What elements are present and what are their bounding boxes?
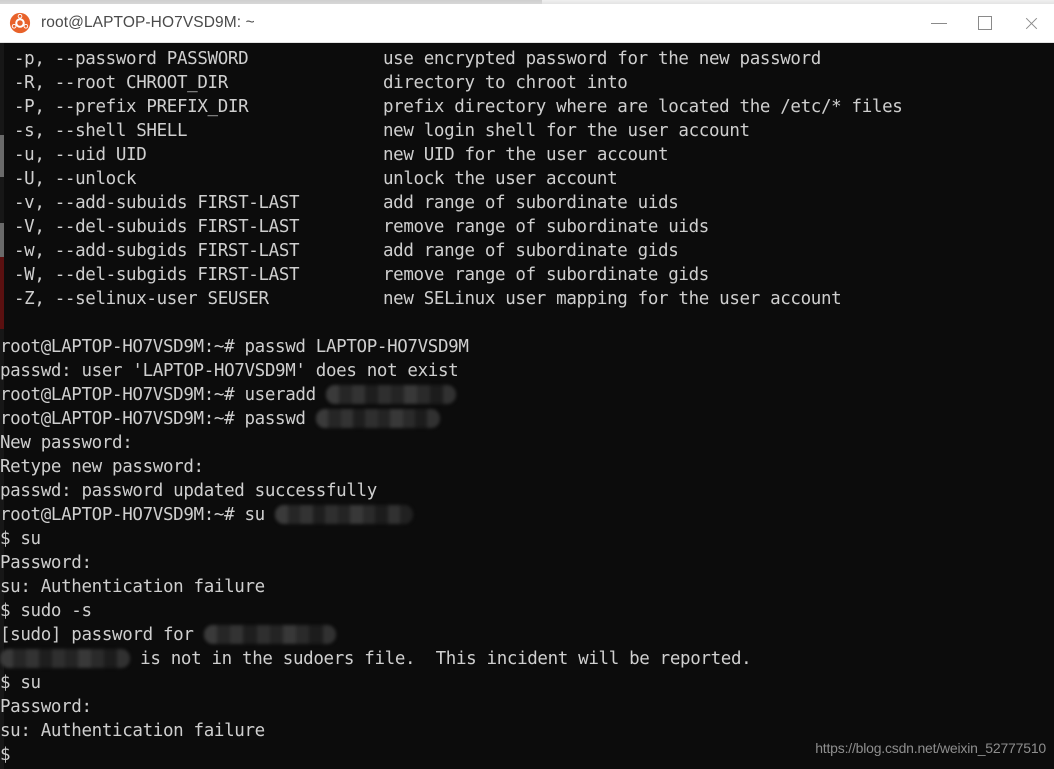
help-option-flag: -V, --del-subuids FIRST-LAST [14,217,300,237]
help-option-row: -Z, --selinux-user SEUSER new SELinux use… [0,287,1054,311]
terminal-output: -p, --password PASSWORD use encrypted pas… [0,43,1054,767]
help-option-description: unlock the user account [383,169,618,189]
terminal-screen[interactable]: -p, --password PASSWORD use encrypted pas… [0,43,1054,769]
terminal-line: Password: [0,551,1054,575]
terminal-line-text: su: Authentication failure [0,721,265,741]
terminal-line: Retype new password: [0,455,1054,479]
terminal-window: root@LAPTOP-HO7VSD9M: ~ -p, --password P… [0,0,1054,769]
help-option-flag: -U, --unlock [14,169,137,189]
help-option-row: -s, --shell SHELL new login shell for the… [0,119,1054,143]
help-option-description: add range of subordinate uids [383,193,679,213]
help-option-description: new UID for the user account [383,145,669,165]
redacted-username [203,624,336,644]
help-option-row: -v, --add-subuids FIRST-LAST add range of… [0,191,1054,215]
terminal-line: $ su [0,671,1054,695]
terminal-line-text: $ su [0,673,41,693]
redacted-username [275,504,414,524]
help-option-row: -w, --add-subgids FIRST-LAST add range of… [0,239,1054,263]
redacted-username [315,408,440,428]
terminal-line-text: root@LAPTOP-HO7VSD9M:~# passwd LAPTOP-HO… [0,337,469,357]
help-option-flag: -Z, --selinux-user SEUSER [14,289,269,309]
terminal-line: root@LAPTOP-HO7VSD9M:~# passwd LAPTOP-HO… [0,335,1054,359]
terminal-line: su: Authentication failure [0,575,1054,599]
terminal-line-text: Password: [0,553,92,573]
help-option-flag: -R, --root CHROOT_DIR [14,73,228,93]
maximize-icon [978,16,992,30]
terminal-line-text: su: Authentication failure [0,577,265,597]
redacted-username [325,384,456,404]
terminal-line: root@LAPTOP-HO7VSD9M:~# useradd [0,383,1054,407]
window-title: root@LAPTOP-HO7VSD9M: ~ [41,14,255,31]
terminal-line-text: passwd: user 'LAPTOP-HO7VSD9M' does not … [0,361,459,381]
terminal-line: is not in the sudoers file. This inciden… [0,647,1054,671]
help-option-flag: -w, --add-subgids FIRST-LAST [14,241,300,261]
terminal-line-text: Retype new password: [0,457,204,477]
terminal-line-text: New password: [0,433,133,453]
help-option-flag: -v, --add-subuids FIRST-LAST [14,193,300,213]
terminal-line: $ su [0,527,1054,551]
help-option-row: -V, --del-subuids FIRST-LAST remove range… [0,215,1054,239]
help-option-row: -P, --prefix PREFIX_DIR prefix directory … [0,95,1054,119]
help-option-description: new SELinux user mapping for the user ac… [383,289,842,309]
terminal-line-text: [sudo] password for [0,625,204,645]
terminal-line-text: passwd: password updated successfully [0,481,377,501]
help-option-row: -R, --root CHROOT_DIR directory to chroot… [0,71,1054,95]
terminal-line-text: $ sudo -s [0,601,92,621]
help-option-flag: -p, --password PASSWORD [14,49,249,69]
help-option-row: -W, --del-subgids FIRST-LAST remove range… [0,263,1054,287]
title-bar[interactable]: root@LAPTOP-HO7VSD9M: ~ [0,4,1054,43]
help-option-description: new login shell for the user account [383,121,750,141]
terminal-line-text: root@LAPTOP-HO7VSD9M:~# su [0,505,276,525]
terminal-line-suffix: is not in the sudoers file. This inciden… [130,649,752,669]
terminal-line: root@LAPTOP-HO7VSD9M:~# su [0,503,1054,527]
terminal-line-text: $ [0,745,11,765]
help-option-description: prefix directory where are located the /… [383,97,903,117]
help-option-description: directory to chroot into [383,73,628,93]
close-button[interactable] [1008,4,1054,42]
terminal-line: root@LAPTOP-HO7VSD9M:~# passwd [0,407,1054,431]
window-controls [916,4,1054,42]
minimize-button[interactable] [916,4,962,42]
help-option-flag: -W, --del-subgids FIRST-LAST [14,265,300,285]
help-option-flag: -s, --shell SHELL [14,121,188,141]
terminal-line: New password: [0,431,1054,455]
terminal-line-text: Password: [0,697,92,717]
help-option-flag: -P, --prefix PREFIX_DIR [14,97,249,117]
help-option-description: add range of subordinate gids [383,241,679,261]
help-option-row: -U, --unlock unlock the user account [0,167,1054,191]
terminal-line: Password: [0,695,1054,719]
ubuntu-logo-icon [9,12,31,34]
title-bar-left: root@LAPTOP-HO7VSD9M: ~ [0,12,916,34]
help-option-description: remove range of subordinate gids [383,265,709,285]
terminal-line: $ sudo -s [0,599,1054,623]
watermark: https://blog.csdn.net/weixin_52777510 [815,740,1046,756]
help-option-row: -u, --uid UID new UID for the user accoun… [0,143,1054,167]
help-option-flag: -u, --uid UID [14,145,147,165]
help-option-description: remove range of subordinate uids [383,217,709,237]
help-option-row: -p, --password PASSWORD use encrypted pas… [0,47,1054,71]
terminal-line-text: root@LAPTOP-HO7VSD9M:~# useradd [0,385,326,405]
terminal-line: passwd: user 'LAPTOP-HO7VSD9M' does not … [0,359,1054,383]
terminal-line: [sudo] password for [0,623,1054,647]
minimize-icon [931,22,947,24]
close-icon [1024,16,1039,31]
help-option-description: use encrypted password for the new passw… [383,49,821,69]
terminal-line: passwd: password updated successfully [0,479,1054,503]
terminal-line-text: $ su [0,529,41,549]
terminal-line-text: root@LAPTOP-HO7VSD9M:~# passwd [0,409,316,429]
redacted-username [0,648,130,668]
maximize-button[interactable] [962,4,1008,42]
